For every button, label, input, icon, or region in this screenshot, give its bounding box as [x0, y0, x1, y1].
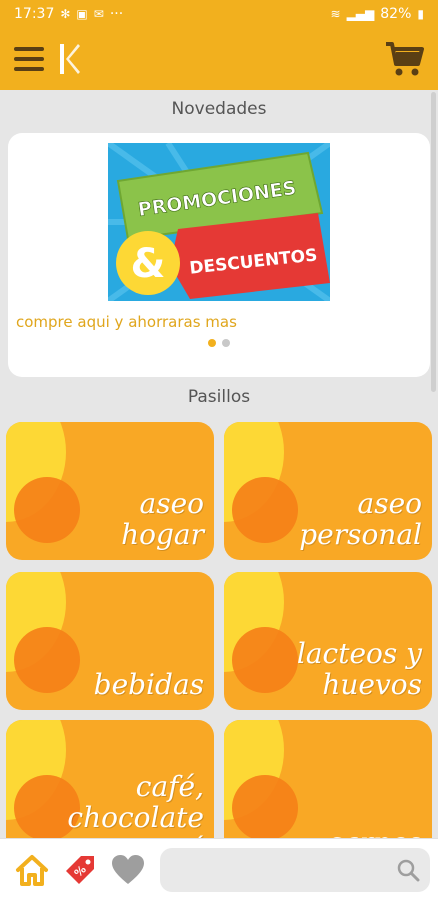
favorites-button[interactable] — [104, 848, 152, 892]
aisle-tile-lacteos-huevos[interactable]: lacteos y huevos — [224, 572, 432, 710]
bottom-nav: % — [0, 838, 438, 900]
battery-icon: ▮ — [417, 7, 424, 21]
section-title-aisles: Pasillos — [187, 387, 251, 407]
signal-icon: ▂▄▆ — [346, 7, 375, 21]
carousel-dots — [8, 339, 430, 347]
carousel-dot-2[interactable] — [222, 339, 230, 347]
aisle-tile-bebidas[interactable]: bebidas — [6, 572, 214, 710]
offers-button[interactable]: % — [56, 848, 104, 892]
sale-tag-icon: % — [66, 855, 94, 884]
mail-icon: ✉ — [93, 7, 104, 21]
search-input[interactable] — [174, 860, 396, 879]
battery-level: 82% — [380, 6, 412, 22]
app-bar — [0, 28, 438, 90]
menu-icon[interactable] — [14, 47, 44, 71]
aisle-label: aseo hogar — [121, 487, 204, 551]
section-title-news: Novedades — [171, 99, 267, 119]
aisle-label: lacteos y huevos — [296, 637, 422, 701]
banner-ampersand: & — [131, 241, 166, 287]
status-time: 17:37 — [14, 6, 55, 22]
aisle-tile-aseo-hogar[interactable]: aseo hogar — [6, 422, 214, 560]
wifi-icon: ≋ — [330, 7, 341, 21]
promo-caption: compre aqui y ahorraras mas — [16, 313, 237, 331]
search-bar[interactable] — [160, 847, 430, 892]
home-button[interactable] — [8, 848, 56, 892]
aisle-tile-aseo-personal[interactable]: aseo personal — [224, 422, 432, 560]
notification-icon: ✻ — [60, 7, 71, 21]
cart-icon[interactable] — [384, 40, 424, 78]
promo-banner[interactable]: PROMOCIONES DESCUENTOS & — [108, 143, 330, 301]
status-more: ··· — [109, 6, 124, 22]
scrollbar[interactable] — [431, 92, 436, 392]
search-icon[interactable] — [396, 858, 420, 882]
carousel-dot-1[interactable] — [208, 339, 216, 347]
aisle-label: bebidas — [93, 668, 204, 701]
home-icon — [16, 854, 48, 886]
aisle-label: aseo personal — [299, 487, 422, 551]
promo-carousel[interactable]: PROMOCIONES DESCUENTOS & compre aqui y a… — [8, 133, 430, 377]
app-logo — [60, 44, 80, 74]
message-icon: ▣ — [76, 7, 88, 21]
heart-icon — [112, 854, 144, 884]
status-bar: 17:37 ✻ ▣ ✉ ··· ≋ ▂▄▆ 82% ▮ — [0, 0, 438, 28]
